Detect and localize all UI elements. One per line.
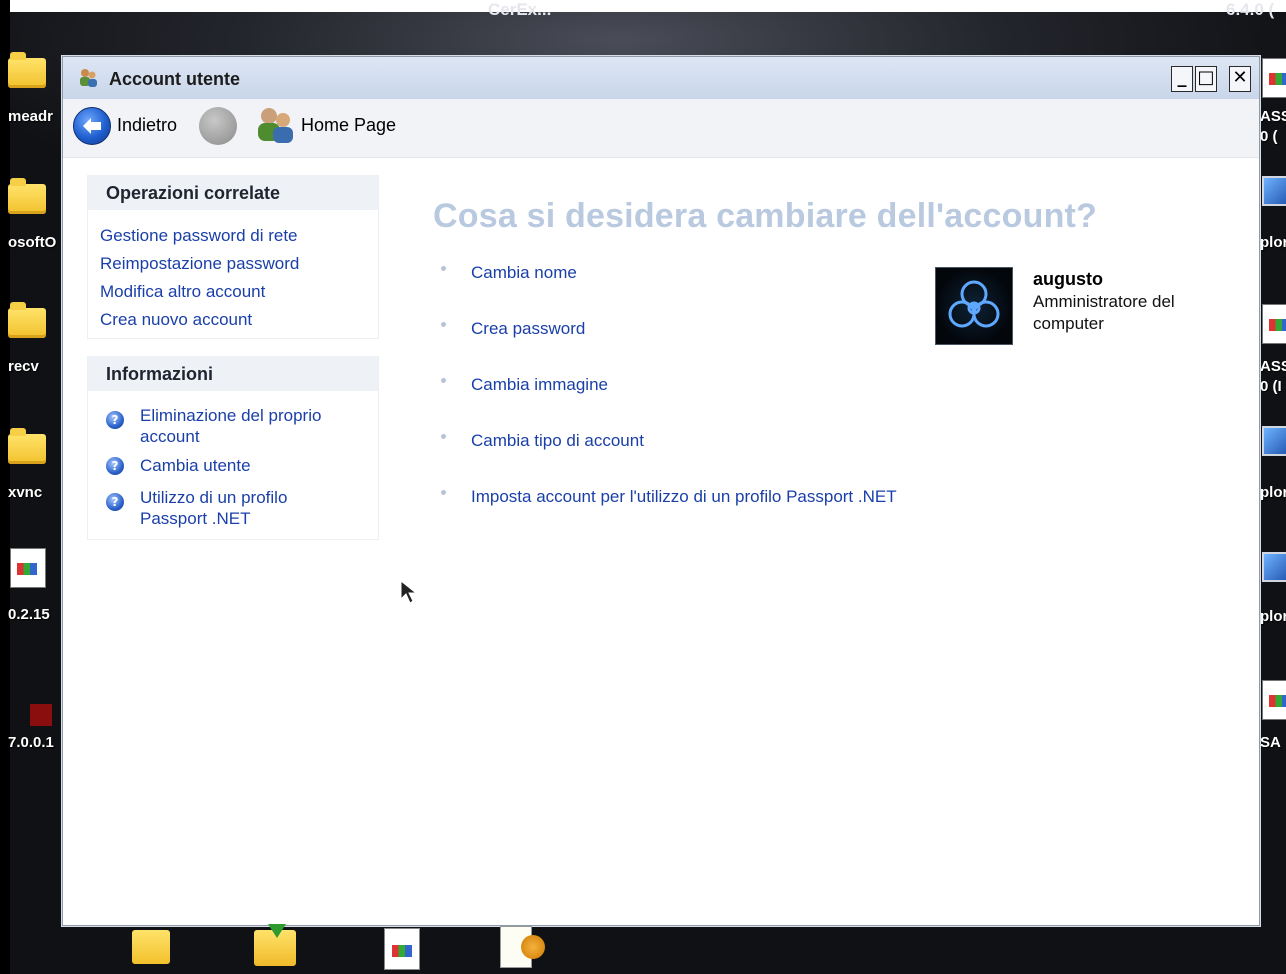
- help-icon: ?: [106, 493, 124, 511]
- taskbar-notepad-icon[interactable]: [500, 926, 545, 968]
- panel-heading: Operazioni correlate: [88, 176, 378, 210]
- information-panel: Informazioni ? Eliminazione del proprio …: [87, 356, 379, 540]
- info-link-label[interactable]: Eliminazione del proprio account: [140, 405, 350, 447]
- task-label[interactable]: Cambia tipo di account: [471, 431, 644, 451]
- user-role: Amministratore del computer: [1033, 292, 1175, 333]
- window-title: Account utente: [109, 69, 241, 89]
- users-icon: [80, 69, 97, 87]
- desktop-folder-icon[interactable]: [8, 428, 46, 464]
- desktop-label: 0 (: [1260, 128, 1278, 145]
- task-label[interactable]: Crea password: [471, 319, 585, 339]
- top-window-title: CerEx...: [488, 0, 552, 19]
- desktop-computer-icon[interactable]: [1262, 176, 1286, 206]
- desktop-label: SA: [1260, 734, 1281, 751]
- desktop-app-icon[interactable]: [30, 704, 52, 726]
- top-strip: [0, 0, 1286, 12]
- home-page-link[interactable]: Home Page: [301, 115, 396, 136]
- mouse-cursor-icon: [400, 579, 418, 604]
- help-icon: ?: [106, 411, 124, 429]
- back-label[interactable]: Indietro: [117, 115, 177, 136]
- top-window-version: 6.4.0 (: [1226, 0, 1275, 19]
- bullet-icon: [441, 378, 446, 383]
- user-accounts-window: Account utente _ □ ✕ Indietro Home Page …: [62, 56, 1260, 926]
- back-arrow-icon: [83, 118, 101, 134]
- link-network-passwords[interactable]: Gestione password di rete: [100, 226, 298, 246]
- help-icon: ?: [106, 457, 124, 475]
- desktop-computer-icon[interactable]: [1262, 552, 1286, 582]
- close-button[interactable]: ✕: [1229, 66, 1251, 92]
- bullet-icon: [441, 434, 446, 439]
- desktop-computer-icon[interactable]: [1262, 426, 1286, 456]
- minimize-button[interactable]: _: [1171, 66, 1193, 92]
- biohazard-icon: [948, 280, 1000, 328]
- link-create-account[interactable]: Crea nuovo account: [100, 310, 252, 330]
- desktop-label: plor: [1260, 608, 1286, 625]
- desktop-folder-icon[interactable]: [8, 52, 46, 88]
- info-link-label[interactable]: Cambia utente: [140, 455, 350, 476]
- taskbar-document-icon[interactable]: [384, 928, 420, 970]
- back-button[interactable]: [73, 107, 111, 145]
- bullet-icon: [441, 490, 446, 495]
- desktop-label: 0 (I: [1260, 378, 1282, 395]
- bullet-icon: [441, 266, 446, 271]
- desktop-label: recv: [8, 358, 39, 375]
- desktop-label: plor: [1260, 234, 1286, 251]
- taskbar-download-folder-icon[interactable]: [254, 924, 296, 966]
- related-tasks-panel: Operazioni correlate Gestione password d…: [87, 175, 379, 339]
- info-link-passport[interactable]: ? Utilizzo di un profilo Passport .NET: [106, 487, 376, 531]
- desktop-document-icon[interactable]: [1262, 304, 1286, 344]
- desktop-folder-icon[interactable]: [8, 302, 46, 338]
- info-link-label[interactable]: Utilizzo di un profilo Passport .NET: [140, 487, 350, 529]
- desktop-document-icon[interactable]: [1262, 680, 1286, 720]
- desktop-label: 0.2.15: [8, 606, 50, 623]
- page-title: Cosa si desidera cambiare dell'account?: [433, 197, 1098, 235]
- desktop-label: 7.0.0.1: [8, 734, 54, 751]
- navigation-bar: Indietro Home Page: [63, 99, 1259, 158]
- task-label[interactable]: Imposta account per l'utilizzo di un pro…: [471, 487, 897, 507]
- users-icon[interactable]: [253, 105, 299, 145]
- task-label[interactable]: Cambia immagine: [471, 375, 608, 395]
- bullet-icon: [441, 322, 446, 327]
- info-link-delete-own-account[interactable]: ? Eliminazione del proprio account: [106, 405, 376, 449]
- forward-button[interactable]: [199, 107, 237, 145]
- desktop-document-icon[interactable]: [1262, 58, 1286, 98]
- desktop-label: ASS: [1260, 108, 1286, 125]
- panel-heading: Informazioni: [88, 357, 378, 391]
- link-change-other-account[interactable]: Modifica altro account: [100, 282, 265, 302]
- taskbar-folder-icon[interactable]: [132, 930, 170, 964]
- link-reset-password[interactable]: Reimpostazione password: [100, 254, 299, 274]
- task-label[interactable]: Cambia nome: [471, 263, 577, 283]
- desktop-label: meadr: [8, 108, 54, 125]
- info-link-switch-user[interactable]: ? Cambia utente: [106, 455, 376, 479]
- desktop-label: ASS: [1260, 358, 1286, 375]
- title-bar[interactable]: Account utente _ □ ✕: [63, 57, 1259, 99]
- desktop-label: plor: [1260, 484, 1286, 501]
- desktop-label: xvnc: [8, 484, 43, 501]
- user-name: augusto: [1033, 269, 1103, 289]
- maximize-button[interactable]: □: [1195, 66, 1217, 92]
- desktop-document-icon[interactable]: [10, 548, 46, 588]
- desktop-folder-icon[interactable]: [8, 178, 46, 214]
- desktop-label: osoftO: [8, 234, 57, 251]
- user-avatar: [935, 267, 1013, 345]
